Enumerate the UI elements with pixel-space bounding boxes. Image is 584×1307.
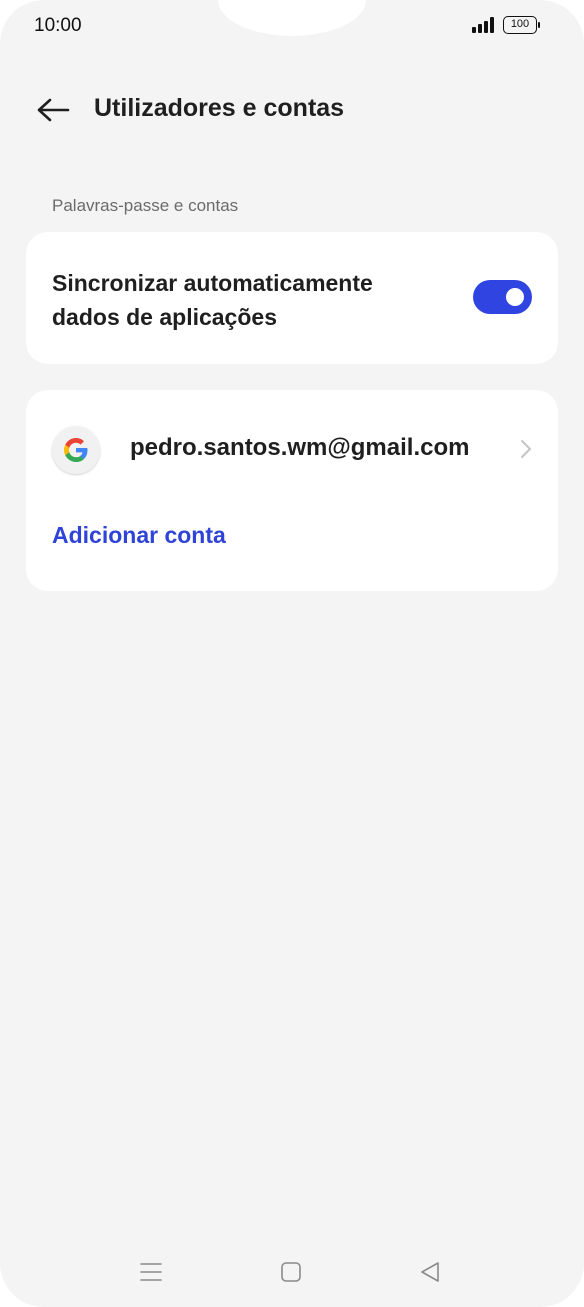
account-email: pedro.santos.wm@gmail.com xyxy=(130,434,470,461)
status-bar: 10:00 100 xyxy=(0,0,584,56)
menu-icon xyxy=(140,1263,162,1281)
sync-toggle[interactable] xyxy=(473,280,532,314)
home-icon xyxy=(281,1262,301,1282)
phone-screen: 10:00 100 Utilizadores e contas Palavras… xyxy=(0,0,584,1307)
page-title: Utilizadores e contas xyxy=(94,94,345,122)
back-button[interactable] xyxy=(30,92,74,128)
arrow-left-icon xyxy=(37,98,70,122)
app-header: Utilizadores e contas xyxy=(0,80,584,140)
chevron-right-icon xyxy=(521,440,531,458)
account-row-google[interactable]: pedro.santos.wm@gmail.com xyxy=(26,418,558,480)
section-label: Palavras-passe e contas xyxy=(52,196,239,215)
sync-label: Sincronizar automaticamente dados de apl… xyxy=(52,270,373,330)
signal-bars-icon xyxy=(472,17,496,33)
back-triangle-icon xyxy=(421,1262,439,1282)
add-account-button[interactable]: Adicionar conta xyxy=(52,522,226,549)
menu-button[interactable] xyxy=(135,1256,167,1288)
toggle-knob xyxy=(506,288,524,306)
sync-card: Sincronizar automaticamente dados de apl… xyxy=(26,232,558,364)
status-time: 10:00 xyxy=(34,15,82,36)
system-back-button[interactable] xyxy=(414,1256,446,1288)
accounts-card: pedro.santos.wm@gmail.com Adicionar cont… xyxy=(26,390,558,591)
battery-level: 100 xyxy=(510,18,530,30)
battery-icon: 100 xyxy=(503,16,540,34)
google-icon xyxy=(52,426,100,474)
display-notch xyxy=(218,0,366,36)
navigation-bar xyxy=(0,1250,584,1294)
home-button[interactable] xyxy=(275,1256,307,1288)
